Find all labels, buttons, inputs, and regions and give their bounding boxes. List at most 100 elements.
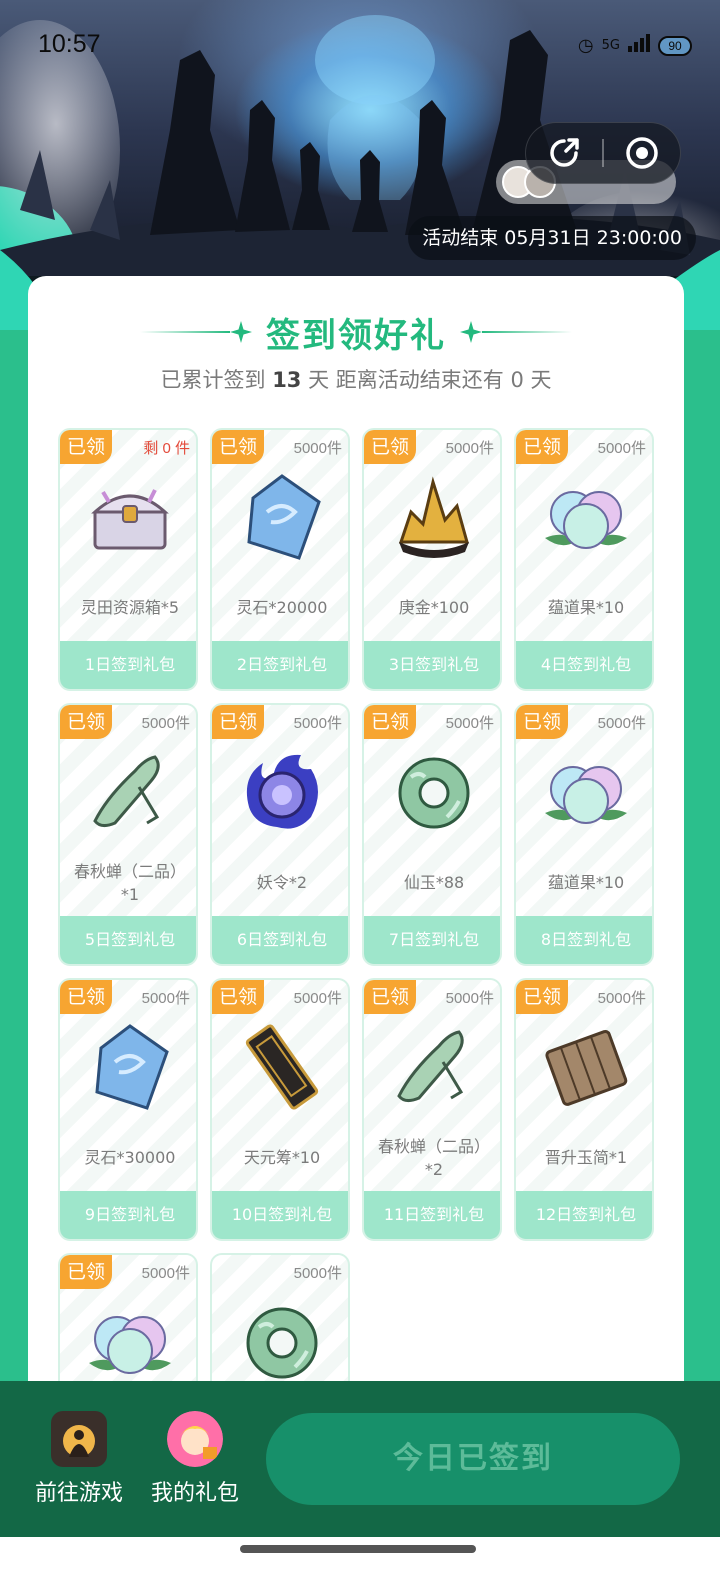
stock-count: 5000件 <box>445 715 494 732</box>
jade-ring-icon <box>398 757 470 829</box>
status-icons: ◷ 5G 90 <box>578 34 692 57</box>
title-decoration-right <box>460 321 572 343</box>
stock-count: 5000件 <box>597 715 646 732</box>
gift-item-day5[interactable]: 已领 5000件 春秋蝉（二品）*1 5日签到礼包 <box>58 703 198 966</box>
stock-count: 5000件 <box>141 990 190 1007</box>
spirit-stone-icon <box>247 474 321 560</box>
signal-icon <box>628 34 650 57</box>
gift-item-day6[interactable]: 已领 5000件 妖令*2 6日签到礼包 <box>210 703 350 966</box>
gift-item-day12[interactable]: 已领 5000件 晋升玉简*1 12日签到礼包 <box>514 978 654 1241</box>
game-icon <box>51 1411 107 1467</box>
gift-day-label: 1日签到礼包 <box>60 641 196 689</box>
gift-name: 灵石*20000 <box>236 598 328 617</box>
jade-slip-icon <box>545 1029 628 1106</box>
go-to-game-button[interactable]: 前往游戏 <box>24 1411 134 1507</box>
gift-item-day9[interactable]: 已领 5000件 灵石*30000 9日签到礼包 <box>58 978 198 1241</box>
gift-name: 灵石*30000 <box>84 1148 176 1167</box>
close-button[interactable] <box>604 122 680 184</box>
gift-day-label: 7日签到礼包 <box>364 916 500 964</box>
battery-icon: 90 <box>658 35 692 56</box>
bottom-action-bar: 前往游戏 我的礼包 今日已签到 <box>0 1381 720 1537</box>
gift-name: 庚金*100 <box>398 598 470 617</box>
gift-item-day7[interactable]: 已领 5000件 仙玉*88 7日签到礼包 <box>362 703 502 966</box>
gift-name: 蕴道果*10 <box>547 598 625 617</box>
gift-name: 灵田资源箱*5 <box>80 598 180 617</box>
demon-token-icon <box>246 754 318 829</box>
status-bar: 10:57 ◷ 5G 90 <box>0 0 720 90</box>
gift-name: 春秋蝉（二品）*1 <box>73 862 186 904</box>
gift-item-day2[interactable]: 已领 5000件 灵石*20000 2日签到礼包 <box>210 428 350 691</box>
gift-item-day8[interactable]: 已领 5000件 蕴道果*10 8日签到礼包 <box>514 703 654 966</box>
tally-plaque-icon <box>245 1024 319 1110</box>
jade-cicada-icon <box>93 755 160 828</box>
claimed-badge: 已领 <box>60 430 112 464</box>
claimed-badge: 已领 <box>60 1255 112 1289</box>
stock-count: 5000件 <box>293 715 342 732</box>
share-icon <box>550 138 579 167</box>
gift-item-day1[interactable]: 已领 剩 0 件 灵田资源箱*5 1日签到礼包 <box>58 428 198 691</box>
gift-day-label: 11日签到礼包 <box>364 1191 500 1239</box>
network-label: 5G <box>601 38 620 53</box>
claimed-badge: 已领 <box>364 430 416 464</box>
stock-count: 5000件 <box>141 715 190 732</box>
my-gifts-label: 我的礼包 <box>150 1481 239 1506</box>
gift-day-label: 6日签到礼包 <box>212 916 348 964</box>
claimed-badge: 已领 <box>60 980 112 1014</box>
dao-fruit-icon <box>545 766 627 824</box>
stock-count: 5000件 <box>293 990 342 1007</box>
gift-item-day13[interactable]: 已领 5000件 <box>58 1253 198 1396</box>
gift-item-day3[interactable]: 已领 5000件 庚金*100 3日签到礼包 <box>362 428 502 691</box>
stock-count: 5000件 <box>445 440 494 457</box>
stock-count: 剩 0 件 <box>143 440 190 457</box>
claimed-badge: 已领 <box>60 705 112 739</box>
stock-count: 5000件 <box>597 990 646 1007</box>
go-to-game-label: 前往游戏 <box>34 1481 123 1506</box>
summary-suffix: 天 距离活动结束还有 0 天 <box>308 368 552 392</box>
jade-cicada-icon <box>397 1030 464 1103</box>
card-title: 签到领好礼 <box>266 315 446 356</box>
sparkle-icon <box>460 321 482 343</box>
gift-item-day14[interactable]: 5000件 <box>210 1253 350 1396</box>
gift-day-label: 3日签到礼包 <box>364 641 500 689</box>
gift-item-day11[interactable]: 已领 5000件 春秋蝉（二品）*2 11日签到礼包 <box>362 978 502 1241</box>
spirit-stone-icon <box>95 1024 169 1110</box>
gift-item-day4[interactable]: 已领 5000件 蕴道果*10 4日签到礼包 <box>514 428 654 691</box>
gift-name: 天元筹*10 <box>243 1148 321 1167</box>
gift-name: 蕴道果*10 <box>547 873 625 892</box>
stock-count: 5000件 <box>141 1265 190 1282</box>
claimed-badge: 已领 <box>516 980 568 1014</box>
checkin-summary: 已累计签到 13 天 距离活动结束还有 0 天 <box>28 364 684 394</box>
gift-mascot-icon <box>167 1411 223 1467</box>
gift-day-label: 10日签到礼包 <box>212 1191 348 1239</box>
gift-name: 春秋蝉（二品）*2 <box>377 1137 490 1179</box>
my-gifts-button[interactable]: 我的礼包 <box>140 1411 250 1507</box>
stock-count: 5000件 <box>445 990 494 1007</box>
claimed-badge: 已领 <box>212 705 264 739</box>
stock-count: 5000件 <box>597 440 646 457</box>
dao-fruit-icon <box>545 491 627 549</box>
mini-program-capsule <box>525 122 681 184</box>
jade-ring-icon <box>246 1307 318 1379</box>
checkin-card: 签到领好礼 已累计签到 13 天 距离活动结束还有 0 天 已领 剩 0 件 灵… <box>28 276 684 1396</box>
gift-day-label: 12日签到礼包 <box>516 1191 652 1239</box>
share-button[interactable] <box>526 122 602 184</box>
claimed-badge: 已领 <box>212 430 264 464</box>
activity-end-time: 活动结束 05月31日 23:00:00 <box>408 216 696 260</box>
gift-item-day10[interactable]: 已领 5000件 天元筹*10 10日签到礼包 <box>210 978 350 1241</box>
claimed-badge: 已领 <box>212 980 264 1014</box>
card-header: 签到领好礼 <box>28 306 684 358</box>
gift-day-label: 5日签到礼包 <box>60 916 196 964</box>
gift-day-label: 4日签到礼包 <box>516 641 652 689</box>
stock-count: 5000件 <box>293 440 342 457</box>
today-checked-in-button[interactable]: 今日已签到 <box>266 1413 680 1505</box>
sparkle-icon <box>230 321 252 343</box>
claimed-badge: 已领 <box>516 430 568 464</box>
checkin-days-count: 13 <box>272 368 302 392</box>
summary-prefix: 已累计签到 <box>160 368 266 392</box>
home-indicator[interactable] <box>240 1545 476 1553</box>
treasure-chest-icon <box>91 489 169 550</box>
gift-day-label: 9日签到礼包 <box>60 1191 196 1239</box>
gift-name: 妖令*2 <box>256 873 308 892</box>
gift-day-label: 8日签到礼包 <box>516 916 652 964</box>
gold-ore-icon <box>398 476 469 558</box>
